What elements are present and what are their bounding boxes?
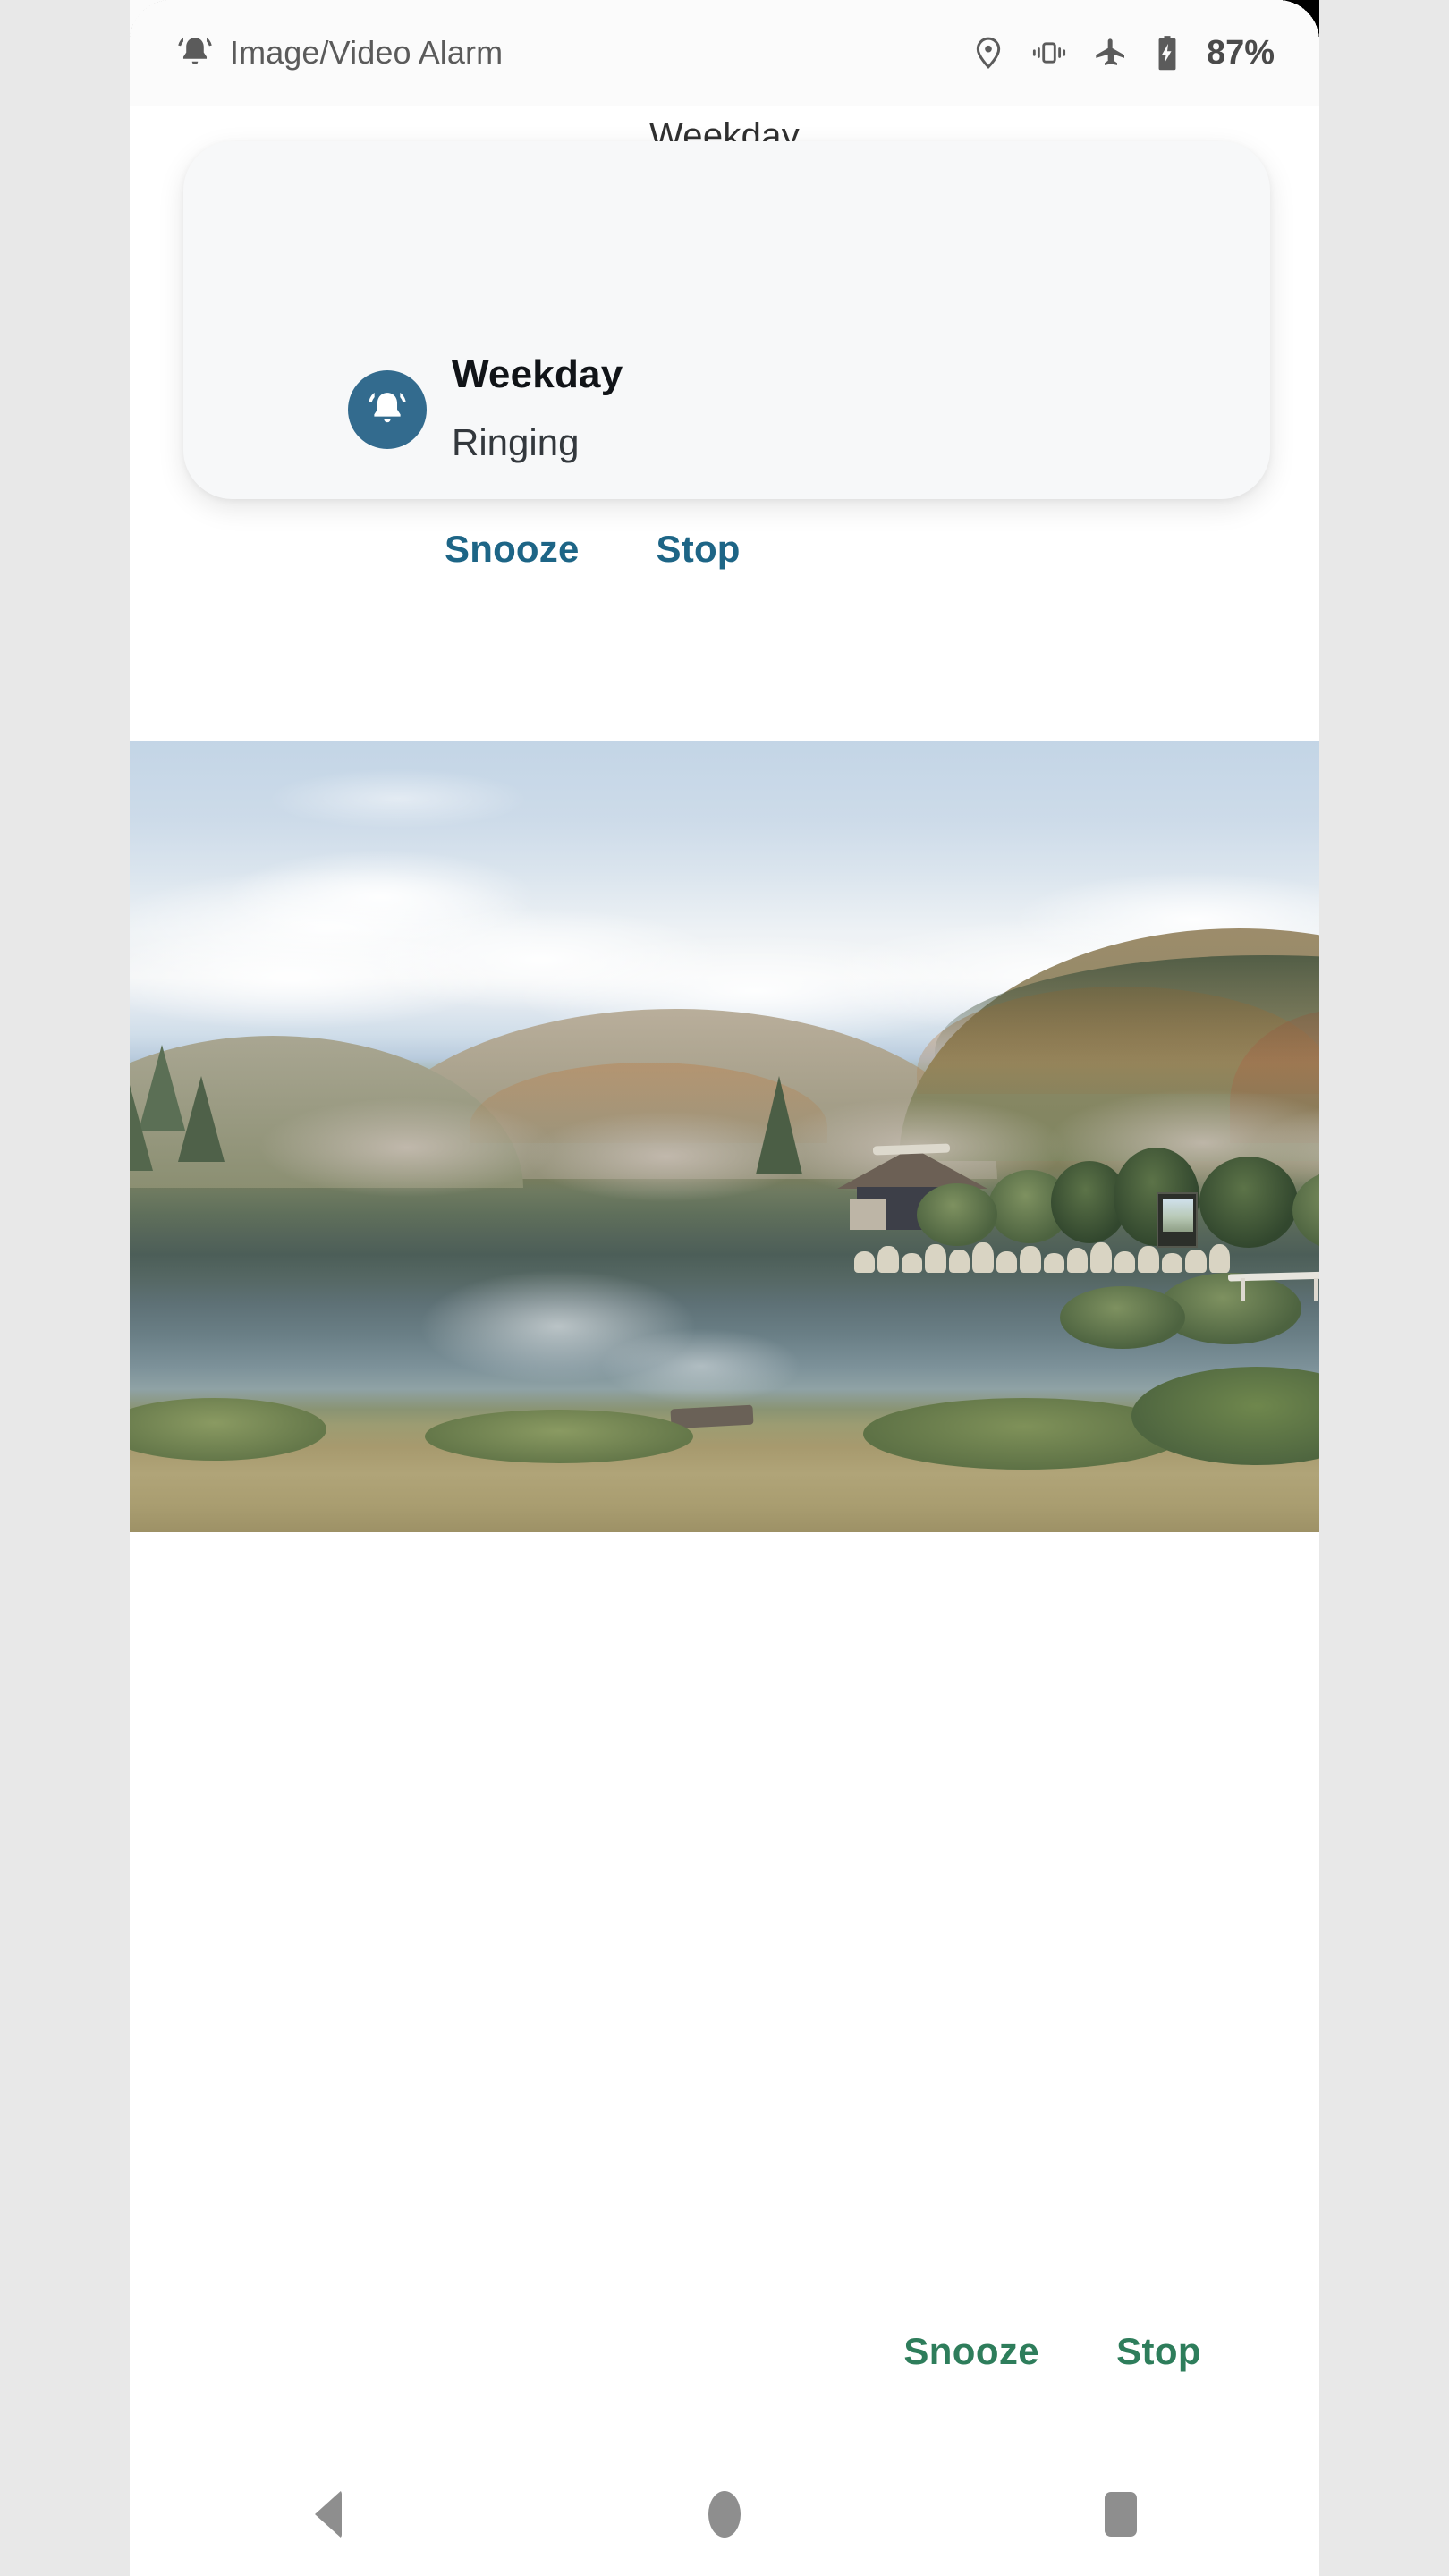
home-button[interactable] <box>657 2453 792 2576</box>
notification-snooze-button[interactable]: Snooze <box>445 528 580 571</box>
bell-ringing-icon <box>174 32 216 73</box>
status-bar-title: Image/Video Alarm <box>230 34 504 71</box>
bare-trees <box>1033 1085 1319 1201</box>
circle-home-icon <box>708 2491 741 2538</box>
hill-shape <box>353 1009 997 1179</box>
cloud-shape <box>130 866 559 991</box>
bare-trees <box>514 1107 818 1206</box>
conifer-tree <box>139 1045 185 1131</box>
shrub <box>1051 1161 1128 1243</box>
cloud-shape <box>264 767 532 830</box>
notification-subtitle: Ringing <box>452 421 580 463</box>
cloud-shape <box>1006 870 1319 969</box>
evergreen-ridge <box>935 955 1319 1063</box>
cloud-shape <box>353 906 729 1013</box>
status-bar-left: Image/Video Alarm <box>174 32 503 73</box>
notification-stop-button[interactable]: Stop <box>657 528 741 571</box>
information-board <box>1157 1192 1198 1248</box>
conifer-tree <box>178 1076 225 1162</box>
square-recents-icon <box>1105 2492 1138 2537</box>
bare-trees <box>246 1094 568 1201</box>
recents-button[interactable] <box>1054 2453 1188 2576</box>
grass-patch <box>863 1398 1185 1470</box>
cloud-shape <box>130 924 505 1031</box>
bare-trees <box>756 1094 1078 1201</box>
alarm-bottom-actions: Snooze Stop <box>130 2321 1319 2382</box>
thatched-house <box>837 1143 987 1230</box>
conifer-tree <box>130 1085 153 1171</box>
snooze-button[interactable]: Snooze <box>891 2321 1052 2382</box>
autumn-foliage-band <box>917 987 1319 1094</box>
bare-trees <box>1239 1098 1319 1206</box>
grass-patch <box>425 1410 693 1463</box>
alarm-photo <box>130 741 1319 1532</box>
shrub <box>1060 1286 1185 1349</box>
shrub <box>1158 1273 1301 1344</box>
stop-button[interactable]: Stop <box>1104 2321 1214 2382</box>
stone-wall <box>854 1237 1230 1273</box>
navigation-bar <box>130 2453 1319 2576</box>
cloud-shape <box>219 848 541 946</box>
status-bar-right: 87% <box>970 34 1275 72</box>
notification-actions: Snooze Stop <box>445 528 741 571</box>
bench <box>1227 1271 1319 1303</box>
autumn-foliage-band <box>470 1063 827 1143</box>
triangle-back-icon <box>314 2490 342 2538</box>
grass-patch <box>130 1398 326 1461</box>
alarm-photo-image <box>130 741 1319 1532</box>
bell-ringing-icon <box>348 370 427 449</box>
notification-title: Weekday <box>452 352 623 396</box>
battery-percent: 87% <box>1206 33 1275 72</box>
phone-screen: Weekday Image/Video Alarm 87% Weekday Ri… <box>130 0 1319 2576</box>
hill-shape <box>130 1036 523 1188</box>
shrub <box>1114 1148 1199 1246</box>
airplane-mode-icon <box>1092 35 1130 71</box>
shrub <box>988 1170 1071 1243</box>
cloud-shape <box>809 915 1319 1040</box>
vibrate-icon <box>1030 35 1069 71</box>
shrub <box>1199 1157 1298 1248</box>
back-button[interactable] <box>261 2453 395 2576</box>
location-icon <box>970 35 1006 71</box>
plank-in-water <box>670 1404 754 1429</box>
conifer-tree <box>756 1076 802 1174</box>
grass-patch <box>1131 1367 1319 1465</box>
autumn-foliage-band <box>1230 1009 1319 1143</box>
shrub <box>1292 1170 1319 1250</box>
status-bar: Image/Video Alarm 87% <box>130 0 1319 106</box>
cloud-shape <box>505 933 1006 1049</box>
alarm-notification-card[interactable]: Weekday Ringing Snooze Stop <box>183 141 1270 570</box>
hill-shape <box>899 928 1319 1161</box>
shrub <box>917 1183 997 1246</box>
battery-charging-icon <box>1153 34 1182 72</box>
